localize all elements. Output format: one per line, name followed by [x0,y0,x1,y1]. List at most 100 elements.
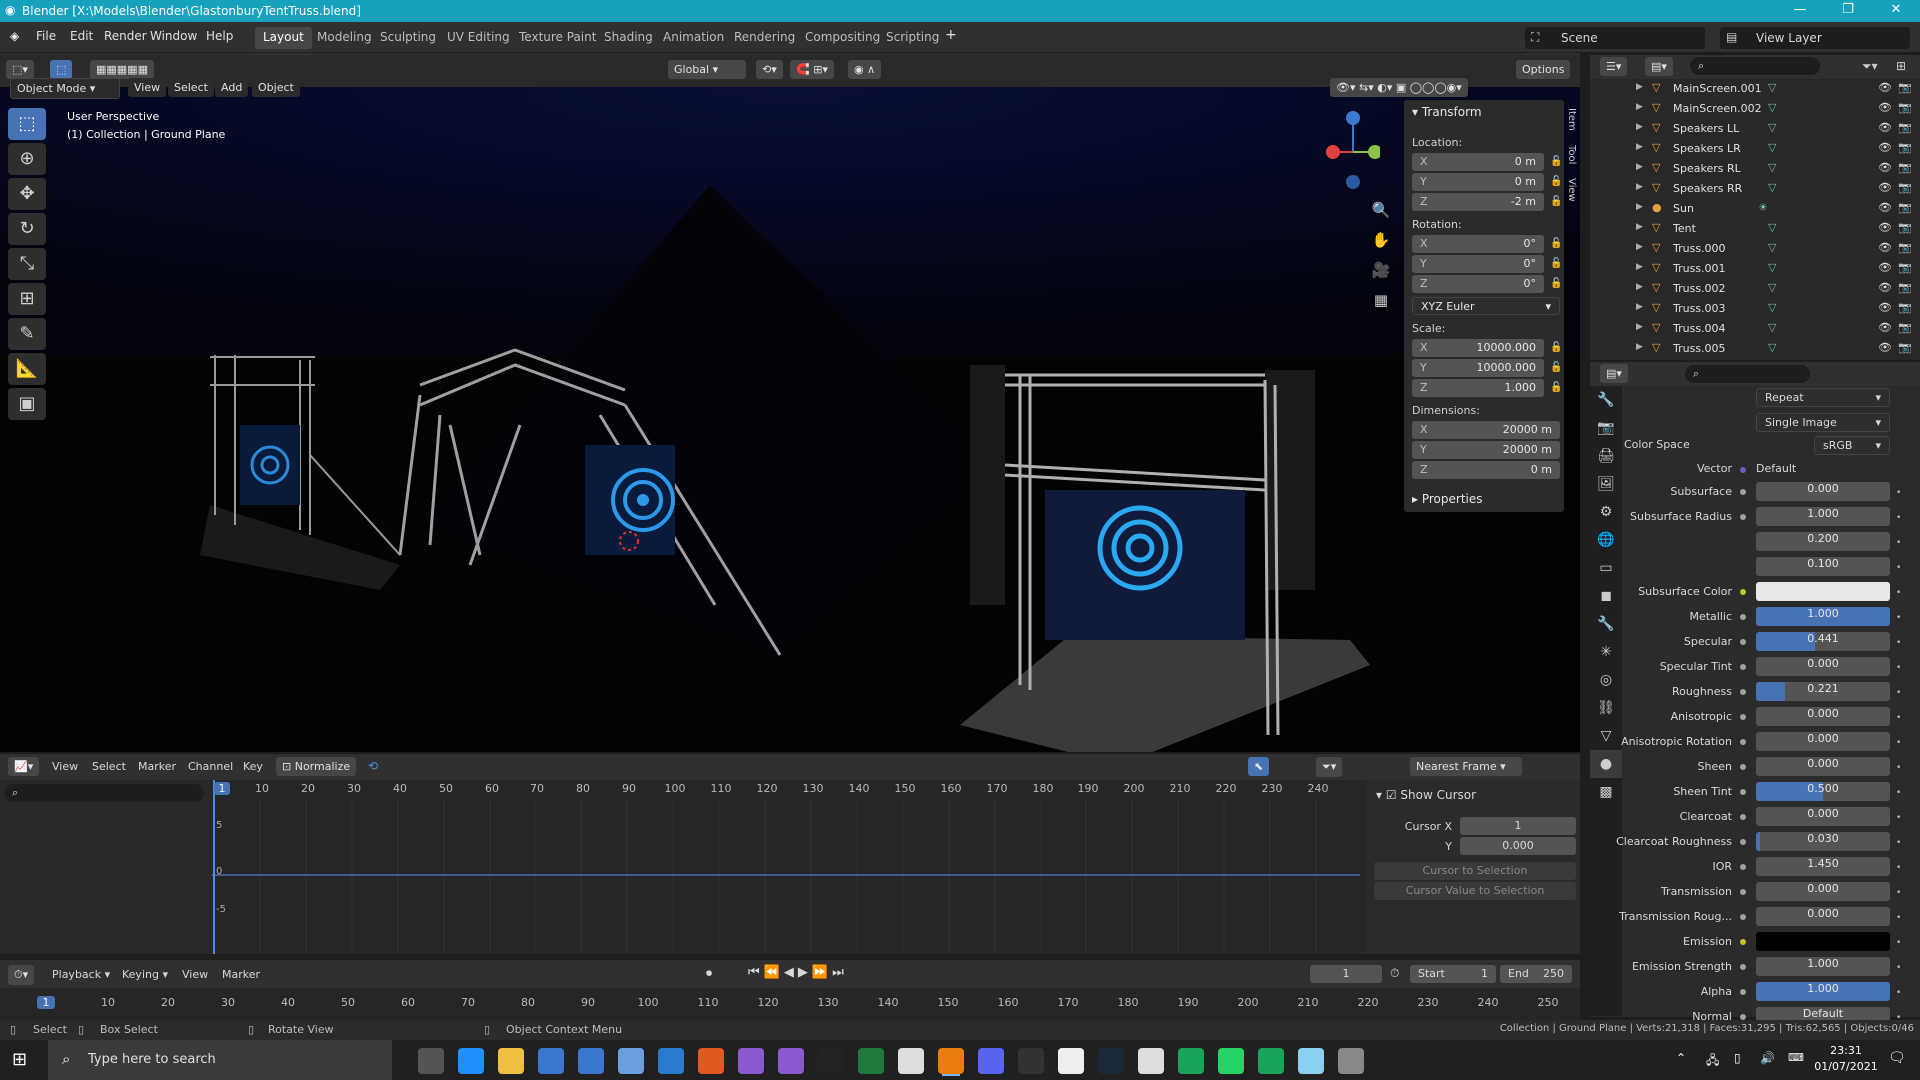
rotation-mode-dropdown[interactable]: XYZ Euler ▾ [1412,297,1560,315]
socket-icon[interactable] [1740,689,1746,695]
visual-studio-icon[interactable] [738,1048,764,1074]
zoom-icon[interactable]: 🔍 [1370,195,1392,225]
keyframe-dot-icon[interactable]: • [1896,788,1901,798]
outliner-item[interactable]: ▶ ▽ MainScreen.001 ▽ 👁 📷 [1590,79,1920,99]
file-explorer-icon[interactable] [498,1048,524,1074]
lock-icon[interactable]: 🔓 [1550,342,1562,353]
select-box-tool-icon[interactable]: ⬚ [8,108,46,140]
location-x-field[interactable]: X 0 m [1412,153,1544,171]
blender-icon[interactable] [938,1048,964,1074]
display-mode-icon[interactable]: ▤▾ [1645,57,1673,76]
color-swatch[interactable] [1756,582,1890,601]
tab-scripting[interactable]: Scripting [878,27,947,49]
maximize-button[interactable]: ❐ [1828,2,1868,17]
expand-arrow-icon[interactable]: ▶ [1636,282,1643,292]
socket-icon[interactable] [1740,789,1746,795]
tab-rendering[interactable]: Rendering [726,27,803,49]
location-y-field[interactable]: Y 0 m [1412,173,1544,191]
tab-texture-paint[interactable]: Texture Paint [511,27,604,49]
whatsapp-icon[interactable] [1218,1048,1244,1074]
keyframe-dot-icon[interactable]: • [1896,813,1901,823]
lock-icon[interactable]: 🔓 [1550,382,1562,393]
tool-tab-icon[interactable]: 🔧 [1590,386,1622,414]
task-view-icon[interactable] [418,1048,444,1074]
outliner-item[interactable]: ▶ ▽ Truss.004 ▽ 👁 📷 [1590,319,1920,339]
annotate-tool-icon[interactable]: ✎ [8,318,46,350]
rotation-z-field[interactable]: Z 0° [1412,275,1544,293]
keyframe-dot-icon[interactable]: • [1896,988,1901,998]
taskbar-search-box[interactable]: ⌕ Type here to search [48,1040,392,1080]
grid-icon[interactable]: ▦ [1370,285,1392,315]
playback-controls[interactable]: ⏮⏪◀▶⏩⏭ [748,965,848,980]
menu-file[interactable]: File [36,29,56,43]
keyframe-dot-icon[interactable]: • [1896,738,1901,748]
transform-orientation[interactable]: Global ▾ [668,60,746,79]
outliner-search-input[interactable]: ⌕ [1690,57,1820,75]
socket-icon[interactable] [1740,914,1746,920]
socket-icon[interactable] [1740,839,1746,845]
render-camera-icon[interactable]: 📷 [1898,101,1912,114]
only-selected-icon[interactable]: ⬉ [1248,757,1270,776]
obs-icon[interactable] [1018,1048,1044,1074]
view-layer-selector[interactable]: ▤ View Layer [1720,27,1910,49]
render-camera-icon[interactable]: 📷 [1898,81,1912,94]
keyframe-dot-icon[interactable]: • [1896,913,1901,923]
lock-icon[interactable]: 🔓 [1550,176,1562,187]
graph-menu-view[interactable]: View [52,760,78,773]
tab-shading[interactable]: Shading [596,27,661,49]
viewport-overlay-icons[interactable]: 👁▾ ⇆▾ ◐▾ ▣ ◯◯◯◉▾ [1330,78,1468,97]
render-camera-icon[interactable]: 📷 [1898,301,1912,314]
property-value-field[interactable]: 0.200 [1756,532,1890,551]
record-icon[interactable]: ⏺ [706,966,712,981]
graph-menu-channel[interactable]: Channel [188,760,233,773]
visibility-eye-icon[interactable]: 👁 [1878,301,1892,314]
render-camera-icon[interactable]: 📷 [1898,161,1912,174]
mail-icon[interactable] [578,1048,604,1074]
tab-layout[interactable]: Layout [255,27,312,49]
pivot-icon[interactable]: ⟲▾ [756,60,783,79]
terminal-icon[interactable] [818,1048,844,1074]
lock-icon[interactable]: 🔓 [1550,278,1562,289]
current-frame-field[interactable]: 1 [1310,965,1382,983]
tab-item[interactable]: Item [1566,108,1577,131]
scale-x-field[interactable]: X 10000.000 [1412,339,1544,357]
menu-window[interactable]: Window [150,29,197,43]
render-tab-icon[interactable]: 📷 [1590,414,1622,442]
menu-edit[interactable]: Edit [70,29,93,43]
outliner-item[interactable]: ▶ ▽ Speakers LR ▽ 👁 📷 [1590,139,1920,159]
properties-search-input[interactable]: ⌕ [1685,365,1810,383]
socket-icon[interactable] [1740,639,1746,645]
cursor-x-field[interactable]: 1 [1460,817,1576,835]
auto-normalize-icon[interactable]: ⟲ [368,759,378,773]
visibility-eye-icon[interactable]: 👁 [1878,101,1892,114]
visibility-eye-icon[interactable]: 👁 [1878,281,1892,294]
socket-icon[interactable] [1740,589,1746,595]
expand-arrow-icon[interactable]: ▶ [1636,162,1643,172]
socket-icon[interactable] [1740,989,1746,995]
tab-compositing[interactable]: Compositing [797,27,888,49]
editor-type-icon[interactable]: ▤▾ [1600,364,1628,383]
visibility-eye-icon[interactable]: 👁 [1878,201,1892,214]
tab-view[interactable]: View [1566,178,1577,202]
lock-icon[interactable]: 🔓 [1550,156,1562,167]
steam-icon[interactable] [1098,1048,1124,1074]
visibility-eye-icon[interactable]: 👁 [1878,241,1892,254]
keyframe-dot-icon[interactable]: • [1896,888,1901,898]
snap-icon[interactable]: 🧲 ⊞▾ [790,60,834,79]
expand-arrow-icon[interactable]: ▶ [1636,322,1643,332]
vscode-icon[interactable] [658,1048,684,1074]
render-camera-icon[interactable]: 📷 [1898,321,1912,334]
visibility-eye-icon[interactable]: 👁 [1878,121,1892,134]
editor-type-icon[interactable]: ⬚▾ [6,60,34,79]
property-value-field[interactable]: 0.030 [1756,832,1890,851]
add-workspace-icon[interactable]: + [945,27,957,43]
transform-tool-icon[interactable]: ⊞ [8,283,46,315]
add-cube-tool-icon[interactable]: ▣ [8,388,46,420]
outliner-item[interactable]: ▶ ● Sun ☀ 👁 📷 [1590,199,1920,219]
dimension-z-field[interactable]: Z 0 m [1412,461,1560,479]
new-collection-icon[interactable]: ⊞ [1896,59,1906,73]
expand-arrow-icon[interactable]: ▶ [1636,222,1643,232]
properties-panel-header[interactable]: ▸ Properties [1412,492,1483,506]
expand-arrow-icon[interactable]: ▶ [1636,102,1643,112]
excel-icon[interactable] [858,1048,884,1074]
